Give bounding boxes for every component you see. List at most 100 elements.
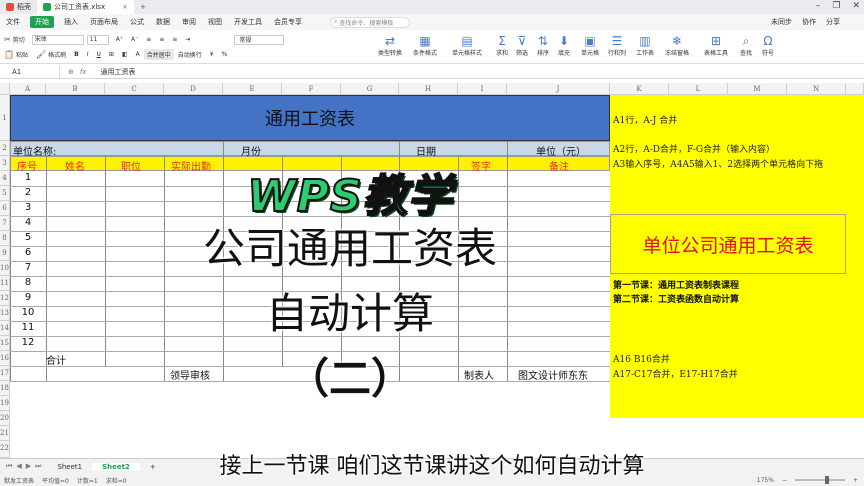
tab-workbook[interactable]: 公司工资表.xlsx × [37, 0, 134, 14]
serial-cell[interactable]: 6 [10, 247, 46, 258]
row-header[interactable]: 3 [0, 156, 10, 171]
row-header[interactable]: 1 [0, 95, 10, 141]
row-header[interactable]: 12 [0, 291, 10, 306]
serial-cell[interactable]: 11 [10, 322, 46, 333]
type-convert-button[interactable]: ⇄ 类型转换 [378, 34, 402, 57]
menu-file[interactable]: 文件 [0, 17, 26, 27]
row-header[interactable]: 19 [0, 396, 10, 411]
menu-home[interactable]: 开始 [30, 16, 54, 28]
row-col-button[interactable]: ☰ 行和列 [608, 34, 626, 57]
name-box[interactable]: A1 [0, 65, 60, 78]
total-cell[interactable]: 合计 [46, 352, 66, 367]
column-header[interactable]: B [46, 83, 105, 95]
column-header[interactable]: H [399, 83, 458, 95]
currency-button[interactable]: ¥ [206, 51, 218, 58]
close-tab-icon[interactable]: × [122, 3, 128, 11]
maximize-icon[interactable]: ❐ [832, 1, 840, 11]
note-row17[interactable]: A17-C17合并，E17-H17合并 [613, 367, 738, 380]
column-header[interactable]: M [728, 83, 787, 95]
header-attendance[interactable]: 实际出勤 [171, 158, 211, 173]
header-position[interactable]: 职位 [121, 158, 141, 173]
format-select[interactable]: 常规 [234, 34, 285, 45]
serial-cell[interactable]: 12 [10, 337, 46, 348]
sync-status[interactable]: 未同步 [771, 17, 792, 27]
collaborate-button[interactable]: 协作 [802, 17, 816, 27]
align-top-icon[interactable]: ≡ [142, 36, 155, 43]
row-header[interactable]: 7 [0, 216, 10, 231]
font-color-button[interactable]: A [132, 51, 144, 58]
note-row2[interactable]: A2行，A-D合并，F-G合并（输入内容） [613, 142, 775, 155]
percent-button[interactable]: % [218, 51, 232, 58]
command-search-input[interactable]: ⌕ 查找命令、搜索模板 [330, 16, 410, 28]
serial-cell[interactable]: 8 [10, 277, 46, 288]
menu-data[interactable]: 数据 [150, 17, 176, 27]
column-header[interactable]: G [341, 83, 399, 95]
grow-font-icon[interactable]: A⁺ [112, 36, 127, 43]
serial-cell[interactable]: 10 [10, 307, 46, 318]
font-family-select[interactable]: 宋体 [31, 34, 84, 45]
bold-button[interactable]: B [70, 51, 83, 58]
column-header[interactable]: L [669, 83, 728, 95]
align-middle-icon[interactable]: ≡ [155, 36, 168, 43]
row-header[interactable]: 10 [0, 261, 10, 276]
format-painter-button[interactable]: 🖌 格式刷 [32, 50, 70, 59]
fx-icon[interactable]: fx [80, 68, 87, 76]
row-header[interactable]: 6 [0, 201, 10, 216]
row-header[interactable]: 11 [0, 276, 10, 291]
indent-icon[interactable]: ⇥ [181, 36, 194, 43]
conditional-format-button[interactable]: ▦ 条件格式 [413, 34, 437, 57]
row-header[interactable]: 4 [0, 171, 10, 186]
column-header-blank[interactable] [846, 83, 864, 95]
fill-color-button[interactable]: ◧ [118, 51, 132, 58]
menu-member[interactable]: 会员专享 [268, 17, 308, 27]
row-header[interactable]: 2 [0, 141, 10, 156]
lesson1-note[interactable]: 第一节课：通用工资表制表课程 [613, 278, 739, 291]
column-header[interactable]: D [164, 83, 223, 95]
lesson2-note[interactable]: 第二节课：工资表函数自动计算 [613, 292, 739, 305]
filter-button[interactable]: ⊽ 筛选 [516, 34, 528, 57]
column-header[interactable]: K [610, 83, 669, 95]
column-header[interactable]: F [282, 83, 341, 95]
column-header[interactable]: C [105, 83, 164, 95]
worksheet-button[interactable]: ▥ 工作表 [636, 34, 654, 57]
serial-cell[interactable]: 4 [10, 217, 46, 228]
column-header[interactable]: J [507, 83, 610, 95]
font-size-select[interactable]: 11 [86, 34, 109, 45]
menu-developer[interactable]: 开发工具 [228, 17, 268, 27]
header-name[interactable]: 姓名 [65, 158, 85, 173]
cut-button[interactable]: ✂ 剪切 [0, 35, 29, 44]
symbol-button[interactable]: Ω 符号 [762, 34, 774, 57]
row-header[interactable]: 13 [0, 306, 10, 321]
column-header[interactable]: A [10, 83, 46, 95]
tab-docer[interactable]: 稻壳 [0, 0, 37, 14]
zoom-formula-icon[interactable]: ⊕ [68, 68, 74, 76]
maker-name-cell[interactable]: 图文设计师东东 [518, 367, 588, 382]
row-header[interactable]: 17 [0, 366, 10, 381]
unit-info-row[interactable]: 单位名称: 月份 日期 单位（元） [10, 141, 610, 158]
corner-select-all[interactable] [0, 83, 10, 95]
minimize-icon[interactable]: – [816, 1, 821, 11]
underline-button[interactable]: U [93, 51, 105, 58]
border-button[interactable]: ⊞ [105, 51, 118, 58]
sort-button[interactable]: ⇅ 排序 [537, 34, 549, 57]
paste-button[interactable]: 📋 粘贴 [0, 50, 32, 59]
column-header[interactable]: E [223, 83, 282, 95]
merge-center-button[interactable]: 合并居中 [143, 49, 174, 60]
note-row3[interactable]: A3输入序号，A4A5输入1、2选择两个单元格向下拖 [613, 157, 823, 170]
freeze-panes-button[interactable]: ❄ 冻结窗格 [665, 34, 689, 57]
formula-input[interactable]: 通用工资表 [94, 67, 135, 77]
row-header[interactable]: 21 [0, 426, 10, 441]
row-header[interactable]: 18 [0, 381, 10, 396]
italic-button[interactable]: I [83, 51, 93, 58]
table-tools-button[interactable]: ⊞ 表格工具 [704, 34, 728, 57]
serial-cell[interactable]: 3 [10, 202, 46, 213]
maker-label-cell[interactable]: 制表人 [464, 367, 494, 382]
fill-button[interactable]: ⬇ 填充 [558, 34, 570, 57]
row-header[interactable]: 16 [0, 351, 10, 366]
align-bottom-icon[interactable]: ≡ [168, 36, 181, 43]
menu-insert[interactable]: 插入 [58, 17, 84, 27]
serial-cell[interactable]: 2 [10, 187, 46, 198]
row-header[interactable]: 8 [0, 231, 10, 246]
header-serial[interactable]: 序号 [17, 158, 37, 173]
sheet-title-cell[interactable]: 通用工资表 [10, 95, 610, 141]
